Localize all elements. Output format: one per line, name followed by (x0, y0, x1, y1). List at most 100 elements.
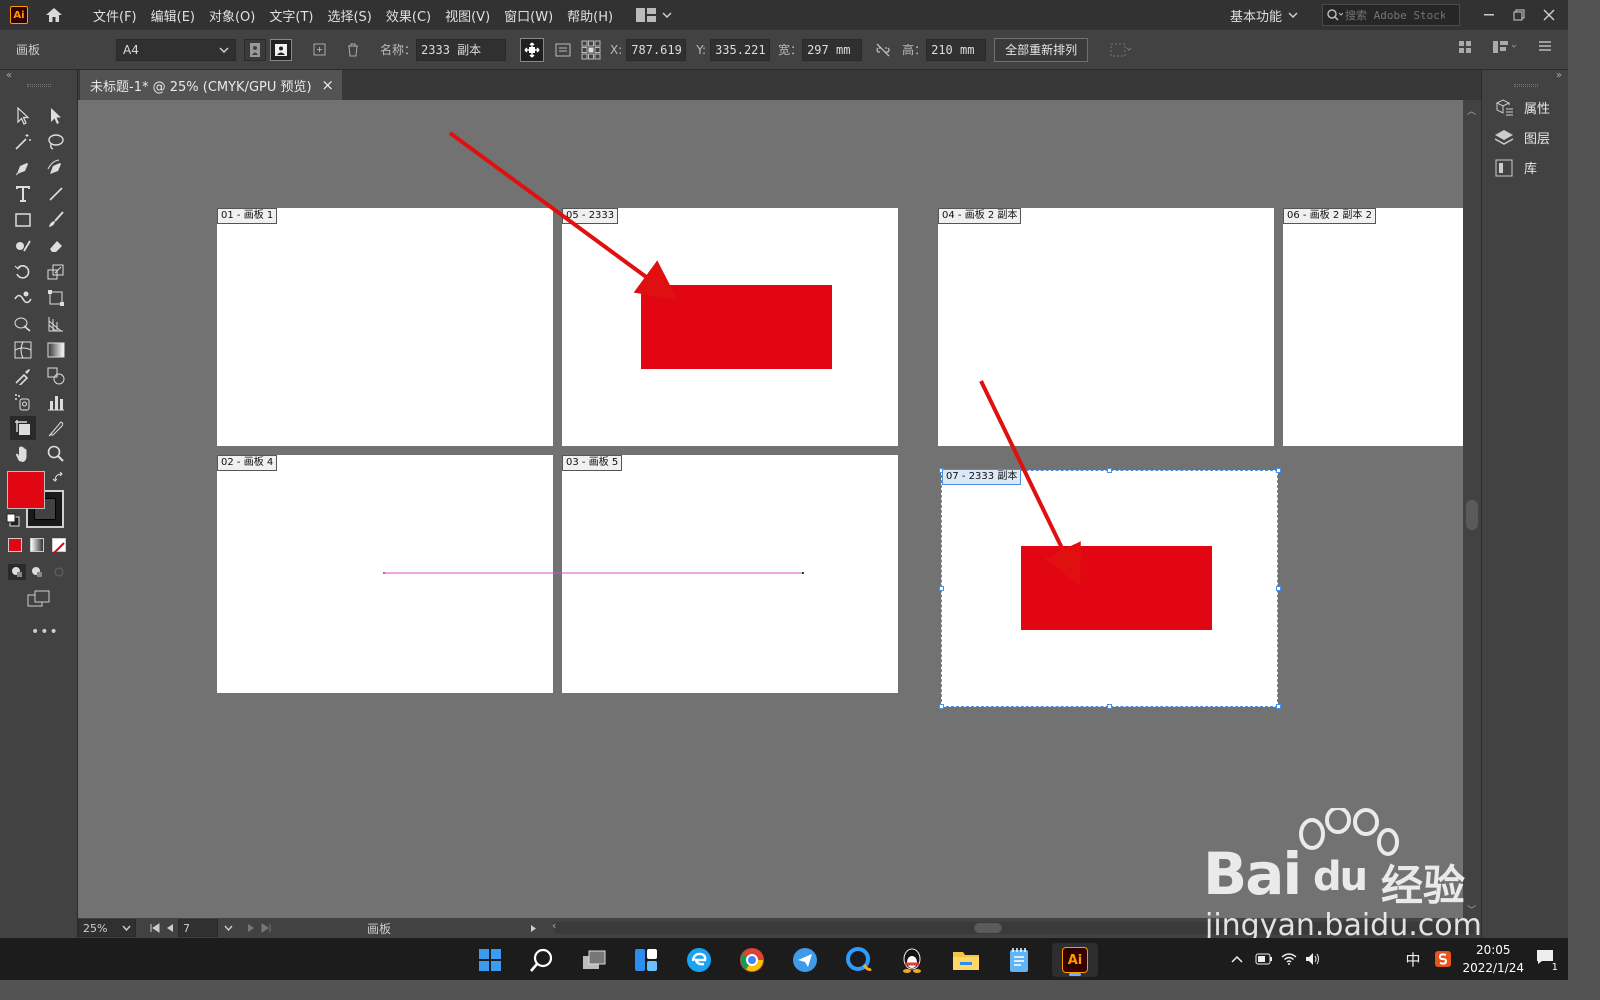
close-tab-button[interactable]: × (321, 76, 334, 94)
menu-object[interactable]: 对象(O) (202, 6, 262, 25)
align-options-button[interactable] (1110, 39, 1132, 61)
rectangle-tool[interactable] (10, 208, 36, 232)
none-mode-button[interactable] (52, 538, 66, 554)
line-tool[interactable] (43, 182, 69, 206)
chevron-up-icon[interactable] (1231, 955, 1243, 963)
landscape-button[interactable] (270, 38, 292, 61)
qq-button[interactable] (895, 943, 929, 977)
previous-artboard-icon[interactable] (166, 923, 174, 933)
gradient-mode-button[interactable] (30, 538, 44, 552)
direct-selection-tool[interactable] (43, 104, 69, 128)
zoom-level-field[interactable]: 25% (78, 919, 136, 937)
illustrator-taskbar-button[interactable]: Ai (1052, 943, 1098, 977)
chrome-button[interactable] (735, 943, 769, 977)
perspective-grid-tool[interactable] (43, 312, 69, 336)
menu-select[interactable]: 选择(S) (320, 6, 378, 25)
system-clock[interactable]: 20:05 2022/1/24 (1462, 941, 1524, 977)
task-view-button[interactable] (577, 943, 611, 977)
selection-tool[interactable] (10, 104, 36, 128)
draw-behind-button[interactable] (30, 564, 44, 583)
y-field[interactable]: 335.221 (710, 38, 771, 61)
artboard-options-button[interactable] (552, 39, 574, 61)
battery-icon[interactable] (1255, 953, 1273, 965)
screen-mode-button[interactable] (27, 590, 51, 612)
restore-button[interactable] (1504, 0, 1534, 30)
symbol-sprayer-tool[interactable] (10, 390, 36, 414)
wifi-icon[interactable] (1281, 953, 1297, 965)
height-field[interactable]: 210 mm (926, 38, 987, 61)
chevron-down-icon[interactable] (224, 925, 233, 931)
constrain-proportions-button[interactable] (872, 39, 894, 61)
workspace-switcher[interactable]: 基本功能 (1230, 6, 1298, 25)
mesh-tool[interactable] (10, 338, 36, 362)
column-graph-tool[interactable] (43, 390, 69, 414)
shape-builder-tool[interactable] (10, 312, 36, 336)
file-explorer-button[interactable] (949, 943, 983, 977)
vertical-scroll-thumb[interactable] (1466, 500, 1478, 530)
rotate-tool[interactable] (10, 260, 36, 284)
notepad-button[interactable] (1002, 943, 1036, 977)
color-mode-button[interactable] (8, 538, 22, 552)
draw-normal-button[interactable] (8, 564, 26, 580)
stock-search[interactable] (1322, 4, 1460, 26)
artboard-name-field[interactable]: 2333 副本 (416, 38, 507, 61)
search-button[interactable] (525, 943, 559, 977)
eraser-tool[interactable] (43, 234, 69, 258)
volume-icon[interactable] (1305, 952, 1321, 966)
start-button[interactable] (473, 943, 507, 977)
document-tab[interactable]: 未标题-1* @ 25% (CMYK/GPU 预览) × (80, 70, 342, 100)
blend-tool[interactable] (43, 364, 69, 388)
eyedropper-tool[interactable] (10, 364, 36, 388)
horizontal-scroll-thumb[interactable] (974, 923, 1002, 933)
status-menu-icon[interactable] (530, 924, 537, 933)
scroll-left-icon[interactable]: ‹ (552, 919, 556, 932)
home-icon[interactable] (44, 5, 64, 25)
menu-window[interactable]: 窗口(W) (497, 6, 560, 25)
warp-tool[interactable] (10, 286, 36, 310)
menu-file[interactable]: 文件(F) (86, 6, 144, 25)
slice-tool[interactable] (43, 416, 69, 440)
feishu-button[interactable] (788, 943, 822, 977)
next-artboard-icon[interactable] (247, 923, 255, 933)
edge-browser-button[interactable] (682, 943, 716, 977)
free-transform-tool[interactable] (43, 286, 69, 310)
transform-options-icon[interactable] (1492, 40, 1518, 54)
type-tool[interactable] (10, 182, 36, 206)
vertical-scrollbar[interactable]: ︿ ﹀ (1463, 100, 1481, 918)
portrait-button[interactable] (244, 38, 266, 61)
artboard-number-field[interactable]: 7 (178, 919, 218, 937)
panel-grip[interactable] (1514, 84, 1538, 87)
menu-view[interactable]: 视图(V) (438, 6, 497, 25)
minimize-button[interactable] (1474, 0, 1504, 30)
magic-wand-tool[interactable] (10, 130, 36, 154)
hand-tool[interactable] (10, 442, 36, 466)
first-artboard-icon[interactable] (150, 923, 160, 933)
properties-panel-tab[interactable]: 属性 (1494, 98, 1550, 117)
pen-tool[interactable] (10, 156, 36, 180)
scroll-up-icon[interactable]: ︿ (1467, 104, 1476, 117)
default-fill-stroke-icon[interactable] (6, 512, 20, 531)
swap-fill-stroke-icon[interactable] (52, 470, 66, 489)
menu-type[interactable]: 文字(T) (262, 6, 320, 25)
widgets-button[interactable] (629, 943, 663, 977)
libraries-panel-tab[interactable]: 库 (1494, 158, 1537, 177)
draw-inside-button[interactable] (52, 564, 66, 583)
artboard-canvas[interactable]: 01 - 画板 1 05 - 2333 04 - 画板 2 副本 06 - 画板… (78, 100, 1463, 918)
zoom-tool[interactable] (43, 442, 69, 466)
close-window-button[interactable] (1534, 0, 1564, 30)
reference-point-button[interactable] (580, 39, 602, 61)
edit-toolbar-button[interactable]: ••• (31, 624, 59, 640)
panel-menu-icon[interactable] (1538, 40, 1552, 52)
new-artboard-button[interactable] (308, 39, 330, 61)
notification-center-button[interactable]: 1 (1536, 949, 1558, 973)
paintbrush-tool[interactable] (43, 208, 69, 232)
menu-effect[interactable]: 效果(C) (379, 6, 438, 25)
scale-tool[interactable] (43, 260, 69, 284)
arrange-documents-button[interactable] (636, 8, 672, 22)
x-field[interactable]: 787.619 (626, 38, 687, 61)
collapse-right-panel-icon[interactable]: » (1556, 70, 1562, 81)
arrange-panels-icon[interactable] (1458, 40, 1472, 54)
delete-artboard-button[interactable] (342, 39, 364, 61)
stock-search-input[interactable] (1345, 8, 1445, 22)
shaper-tool[interactable] (10, 234, 36, 258)
